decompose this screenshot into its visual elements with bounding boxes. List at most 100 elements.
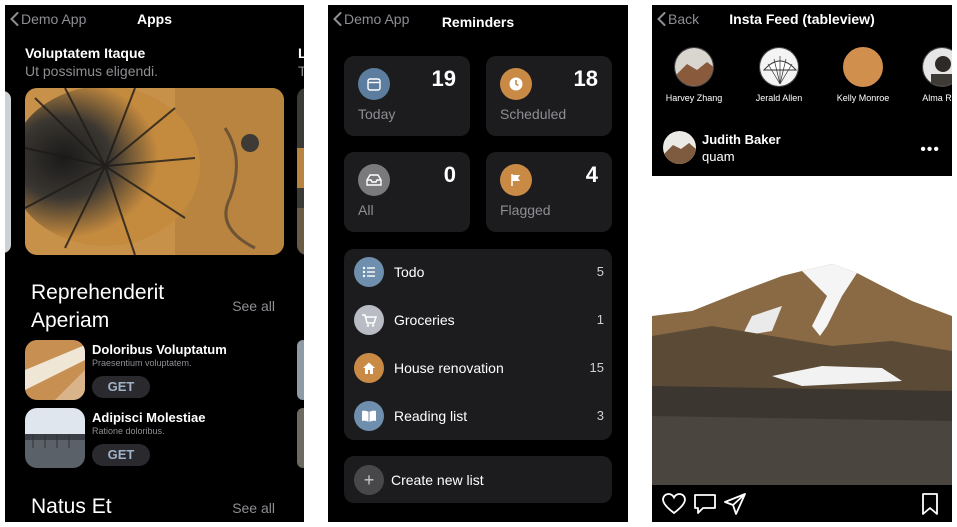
story-item[interactable]: Kelly Monroe [823, 47, 903, 103]
story-item[interactable]: Alma Rob [902, 47, 952, 103]
calendar-icon [358, 68, 390, 100]
featured-title-next: L [298, 45, 304, 61]
list-count: 3 [596, 408, 604, 423]
section-title: Natus Et [31, 495, 112, 518]
share-icon[interactable] [724, 493, 746, 515]
story-item[interactable]: Harvey Zhang [654, 47, 734, 103]
get-button[interactable]: GET [92, 376, 150, 398]
post-action-bar [652, 485, 952, 522]
mountain-landscape-image [652, 176, 952, 485]
app-name: Doloribus Voluptatum [92, 342, 227, 357]
see-all-link[interactable]: See all [232, 500, 275, 516]
list-name: House renovation [394, 360, 504, 376]
tile-count: 0 [443, 162, 456, 187]
create-new-list-label: Create new list [391, 472, 484, 488]
app-description: Praesentium voluptatem. [92, 358, 192, 368]
tile-all[interactable]: 0 All [344, 152, 470, 232]
post-username[interactable]: Judith Baker [702, 132, 781, 147]
create-new-list-button[interactable]: + Create new list [344, 456, 612, 503]
tile-today[interactable]: 19 Today [344, 56, 470, 136]
app-image [25, 408, 85, 468]
tile-count: 18 [573, 66, 598, 91]
heart-icon[interactable] [662, 493, 686, 515]
chevron-left-icon [10, 12, 19, 26]
list-name: Groceries [394, 312, 455, 328]
apps-navbar: Demo App Apps [5, 5, 304, 35]
back-button[interactable]: Demo App [333, 11, 409, 27]
back-label: Demo App [344, 11, 410, 27]
avatar [674, 47, 714, 87]
featured-title: Voluptatem Itaque [25, 45, 146, 61]
get-button[interactable]: GET [92, 444, 150, 466]
tile-scheduled[interactable]: 18 Scheduled [486, 56, 612, 136]
app-description: Ratione doloribus. [92, 426, 165, 436]
list-item-house-renovation[interactable]: House renovation 15 [344, 345, 612, 393]
featured-subtitle: Ut possimus eligendi. [25, 63, 159, 79]
list-name: Todo [394, 264, 425, 280]
tile-label: Flagged [500, 202, 551, 218]
story-name: Alma Rob [922, 93, 952, 103]
list-count: 5 [596, 264, 604, 279]
list-count: 1 [596, 312, 604, 327]
cart-icon [354, 305, 384, 335]
app-name: Adipisci Molestiae [92, 410, 206, 425]
list-icon [354, 257, 384, 287]
list-item-reading-list[interactable]: Reading list 3 [344, 393, 612, 441]
more-options-icon[interactable]: ••• [920, 141, 940, 159]
tile-label: Scheduled [500, 106, 567, 122]
list-name: Reading list [394, 408, 468, 424]
insta-navbar: Back Insta Feed (tableview) [652, 5, 952, 35]
app-thumbnail [25, 408, 85, 468]
story-name: Harvey Zhang [665, 93, 723, 103]
back-button[interactable]: Demo App [10, 11, 86, 27]
avatar [843, 47, 883, 87]
house-icon [354, 353, 384, 383]
tile-count: 4 [585, 162, 598, 187]
post-subtitle: quam [702, 149, 735, 164]
app-list-item[interactable]: Adipisci Molestiae Ratione doloribus. GE… [25, 408, 295, 470]
featured-card-image[interactable] [25, 88, 284, 255]
flag-icon [500, 164, 532, 196]
avatar [922, 47, 952, 87]
story-name: Jerald Allen [755, 93, 803, 103]
app-image [25, 340, 85, 400]
my-lists: Todo 5 Groceries 1 House renovation 15 R… [344, 249, 612, 440]
back-button[interactable]: Back [657, 11, 699, 27]
story-name: Kelly Monroe [836, 93, 890, 103]
insta-feed-header: Back Insta Feed (tableview) Harvey Zhang… [652, 5, 952, 176]
app-thumbnail-next[interactable] [297, 340, 304, 400]
back-label: Back [668, 11, 700, 27]
tile-label: Today [358, 106, 396, 122]
list-item-groceries[interactable]: Groceries 1 [344, 297, 612, 345]
list-count: 15 [589, 360, 604, 375]
post-image[interactable] [652, 176, 952, 485]
app-thumbnail [25, 340, 85, 400]
tray-icon [358, 164, 390, 196]
post-avatar[interactable] [663, 131, 696, 164]
app-thumbnail-next[interactable] [297, 408, 304, 468]
app-list-item[interactable]: Doloribus Voluptatum Praesentium volupta… [25, 340, 295, 402]
story-item[interactable]: Jerald Allen [739, 47, 819, 103]
clock-icon [500, 68, 532, 100]
avatar [759, 47, 799, 87]
featured-card-next[interactable] [297, 88, 304, 255]
plus-icon: + [354, 465, 384, 495]
desert-aerial-image [25, 88, 284, 255]
reminders-navbar: Demo App Reminders [328, 5, 628, 35]
comment-icon[interactable] [693, 493, 717, 515]
tile-label: All [358, 202, 374, 218]
featured-subtitle-next: T [298, 63, 304, 79]
apps-screen: Demo App Apps Voluptatem Itaque Ut possi… [5, 5, 304, 522]
reminders-screen: Demo App Reminders 19 Today 18 Scheduled… [328, 5, 628, 522]
tile-count: 19 [431, 66, 456, 91]
featured-card-previous[interactable] [5, 91, 11, 253]
list-item-todo[interactable]: Todo 5 [344, 249, 612, 297]
chevron-left-icon [333, 12, 342, 26]
book-icon [354, 401, 384, 431]
bookmark-icon[interactable] [921, 493, 939, 515]
section-title: Reprehenderit Aperiam [31, 281, 165, 332]
featured-next-image [297, 88, 304, 255]
back-label: Demo App [21, 11, 87, 27]
see-all-link[interactable]: See all [232, 298, 275, 314]
tile-flagged[interactable]: 4 Flagged [486, 152, 612, 232]
